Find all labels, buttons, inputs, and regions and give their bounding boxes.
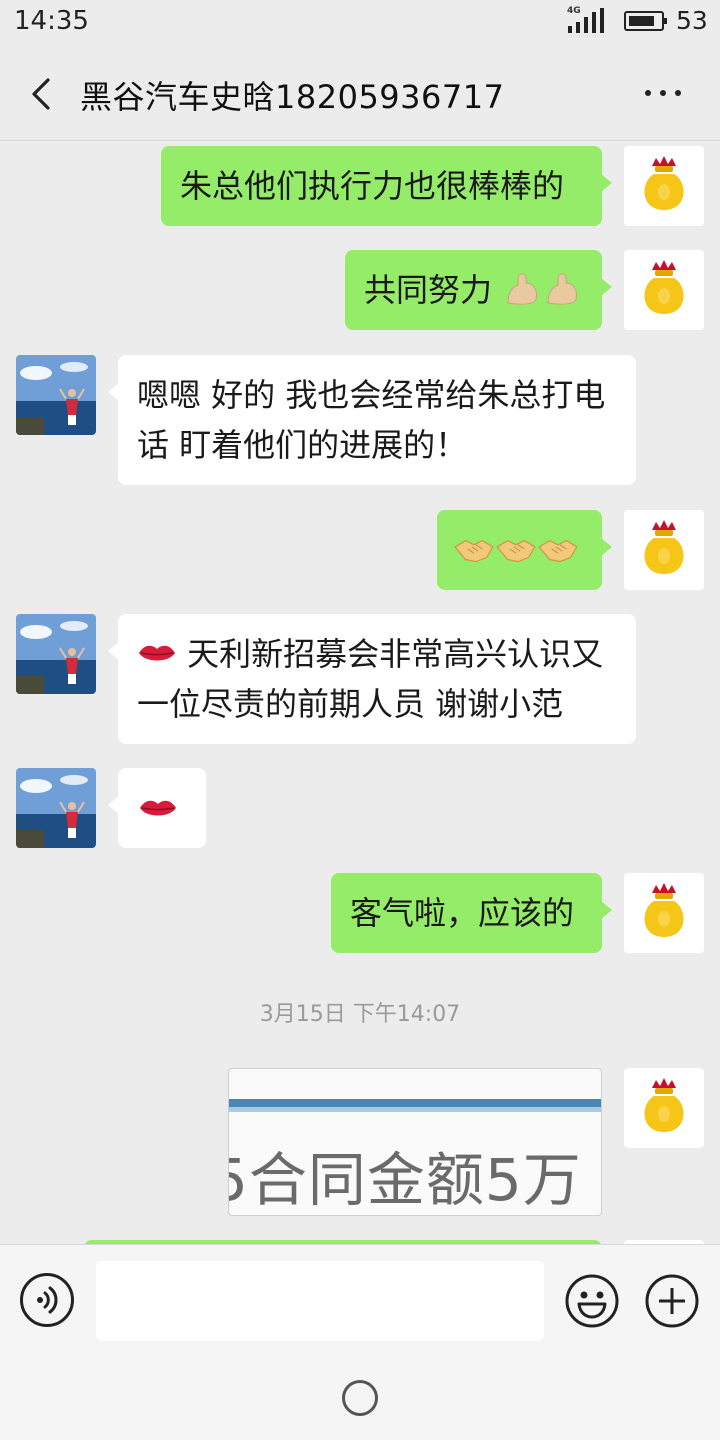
chat-input-bar <box>0 1244 720 1357</box>
message-text: 共同努力 <box>364 271 493 309</box>
message-text-line: 天利新招募会非常高兴认识又 <box>187 635 604 673</box>
self-avatar[interactable] <box>624 873 704 953</box>
home-button-icon[interactable] <box>342 1380 378 1416</box>
image-divider-line <box>229 1099 601 1107</box>
voice-wave-icon <box>37 1286 58 1314</box>
contact-avatar[interactable] <box>16 768 96 848</box>
money-bag-icon <box>644 883 684 937</box>
handshake-icon <box>454 539 494 563</box>
handshake-icon <box>538 539 578 563</box>
money-bag-icon <box>644 520 684 574</box>
lips-icon <box>140 800 176 816</box>
battery-icon <box>624 11 667 31</box>
lips-icon <box>139 645 175 661</box>
status-bar: 14:35 4G 53 <box>0 0 720 44</box>
message-text: 朱总他们执行力也很棒棒的 <box>180 167 565 205</box>
system-navigation-bar <box>0 1356 720 1440</box>
back-arrow-icon[interactable] <box>22 74 62 114</box>
message-bubble-incoming[interactable] <box>108 768 206 848</box>
self-avatar[interactable] <box>624 510 704 590</box>
voice-input-button[interactable] <box>20 1273 74 1327</box>
message-bubble-outgoing[interactable]: 客气啦，应该的 <box>331 873 612 953</box>
more-options-icon[interactable] <box>638 70 688 114</box>
contact-photo <box>16 768 96 848</box>
money-bag-icon <box>644 1078 684 1132</box>
image-visible-text: 5合同金额5万 <box>228 1146 582 1214</box>
self-avatar[interactable] <box>624 146 704 226</box>
contact-avatar[interactable] <box>16 614 96 694</box>
plus-icon[interactable] <box>644 1273 700 1329</box>
money-bag-icon <box>644 260 684 314</box>
message-text: 客气啦，应该的 <box>350 894 575 932</box>
self-avatar[interactable] <box>624 250 704 330</box>
self-avatar[interactable] <box>624 1068 704 1148</box>
emoji-icon[interactable] <box>564 1273 620 1329</box>
chat-title: 黑谷汽车史晗18205936717 <box>80 78 505 116</box>
message-bubble-outgoing[interactable]: 共同努力 <box>345 250 612 330</box>
money-bag-icon <box>644 156 684 210</box>
message-text-line: 话 盯着他们的进展的！ <box>137 426 468 464</box>
status-time: 14:35 <box>14 6 89 36</box>
message-text-line: 一位尽责的前期人员 谢谢小范 <box>137 685 564 723</box>
battery-level: 53 <box>676 6 708 35</box>
message-bubble-outgoing[interactable] <box>437 510 612 590</box>
handshake-icon <box>496 539 536 563</box>
flexed-biceps-icon <box>507 273 538 305</box>
message-timestamp: 3月15日 下午14:07 <box>259 1002 461 1027</box>
message-text-line: 嗯嗯 好的 我也会经常给朱总打电 <box>137 376 606 414</box>
contact-photo <box>16 614 96 694</box>
message-input[interactable] <box>96 1261 544 1341</box>
chat-header: 黑谷汽车史晗18205936717 <box>0 44 720 141</box>
contact-photo <box>16 355 96 435</box>
image-message[interactable]: 5合同金额5万 <box>228 1068 602 1216</box>
image-divider-shadow <box>229 1107 601 1112</box>
message-bubble-incoming[interactable]: 嗯嗯 好的 我也会经常给朱总打电 话 盯着他们的进展的！ <box>108 355 636 485</box>
message-bubble-outgoing[interactable]: 朱总他们执行力也很棒棒的 <box>161 146 612 226</box>
network-type: 4G <box>567 6 581 16</box>
flexed-biceps-icon <box>547 273 578 305</box>
contact-avatar[interactable] <box>16 355 96 435</box>
message-bubble-incoming[interactable]: 天利新招募会非常高兴认识又 一位尽责的前期人员 谢谢小范 <box>108 614 636 744</box>
